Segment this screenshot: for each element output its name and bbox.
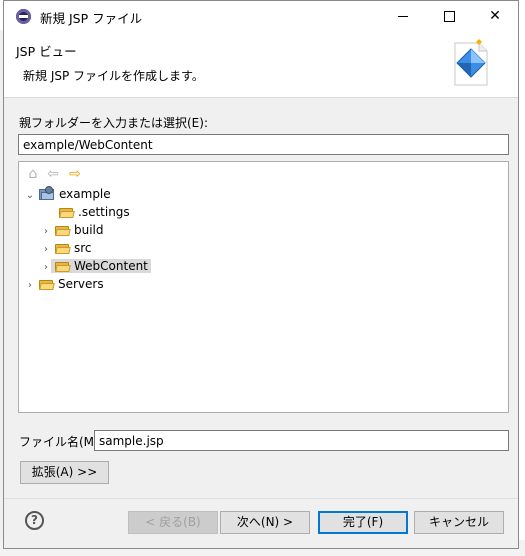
maximize-icon (443, 10, 455, 22)
title-bar: 新規 JSP ファイル ✕ (4, 1, 518, 32)
folder-icon (55, 225, 71, 236)
tree-node-label: .settings (78, 205, 130, 219)
web-project-icon (39, 186, 55, 200)
chevron-down-icon[interactable]: ⌄ (25, 187, 35, 205)
wizard-page-title: JSP ビュー (16, 44, 77, 59)
window-title: 新規 JSP ファイル (40, 11, 143, 26)
parent-folder-input[interactable] (18, 134, 509, 155)
wizard-header: JSP ビュー 新規 JSP ファイルを作成します。 (4, 32, 518, 98)
parent-folder-label: 親フォルダーを入力または選択(E): (19, 116, 208, 130)
new-jsp-file-dialog: 新規 JSP ファイル ✕ JSP ビュー 新規 JSP ファイルを作成します。… (3, 0, 519, 549)
chevron-right-icon[interactable]: › (25, 277, 35, 295)
back-button[interactable]: < 戻る(B) (128, 511, 218, 534)
help-icon[interactable]: ? (25, 511, 44, 530)
close-button[interactable]: ✕ (472, 1, 518, 32)
tree-node-label: example (59, 187, 111, 201)
jsp-wizard-icon (454, 39, 488, 86)
maximize-button[interactable] (426, 1, 472, 32)
file-name-label: ファイル名(M): (19, 435, 103, 449)
tree-node-build[interactable]: › build (41, 221, 104, 239)
tree-node-example[interactable]: ⌄ example (25, 185, 111, 203)
tree-node-servers[interactable]: › Servers (25, 275, 104, 293)
tree-node-webcontent[interactable]: › WebContent (41, 257, 151, 275)
folder-icon (39, 279, 55, 290)
selection-highlight: WebContent (51, 259, 151, 273)
folder-icon (59, 207, 75, 218)
cancel-button[interactable]: キャンセル (414, 511, 504, 534)
tree-node-src[interactable]: › src (41, 239, 92, 257)
close-icon: ✕ (489, 8, 501, 24)
wizard-page-description: 新規 JSP ファイルを作成します。 (23, 69, 204, 83)
finish-button[interactable]: 完了(F) (318, 511, 408, 534)
advanced-button[interactable]: 拡張(A) >> (20, 461, 109, 484)
tree-node-label: Servers (58, 277, 104, 291)
project-tree[interactable]: ⌂ ⇦ ⇨ ⌄ example .settings › build › src › We… (18, 161, 509, 413)
forward-arrow-icon[interactable]: ⇨ (67, 166, 83, 182)
minimize-icon (398, 15, 408, 17)
button-bar-separator (4, 498, 518, 499)
eclipse-app-icon (16, 9, 31, 24)
minimize-button[interactable] (380, 1, 426, 32)
home-icon[interactable]: ⌂ (25, 166, 41, 182)
tree-node-settings[interactable]: .settings (55, 203, 130, 221)
tree-node-label: WebContent (74, 259, 148, 273)
file-name-input[interactable] (94, 430, 509, 451)
back-arrow-icon[interactable]: ⇦ (45, 166, 61, 182)
folder-icon (55, 261, 71, 272)
tree-node-label: src (74, 241, 92, 255)
tree-node-label: build (74, 223, 104, 237)
next-button[interactable]: 次へ(N) > (220, 511, 310, 534)
folder-icon (55, 243, 71, 254)
